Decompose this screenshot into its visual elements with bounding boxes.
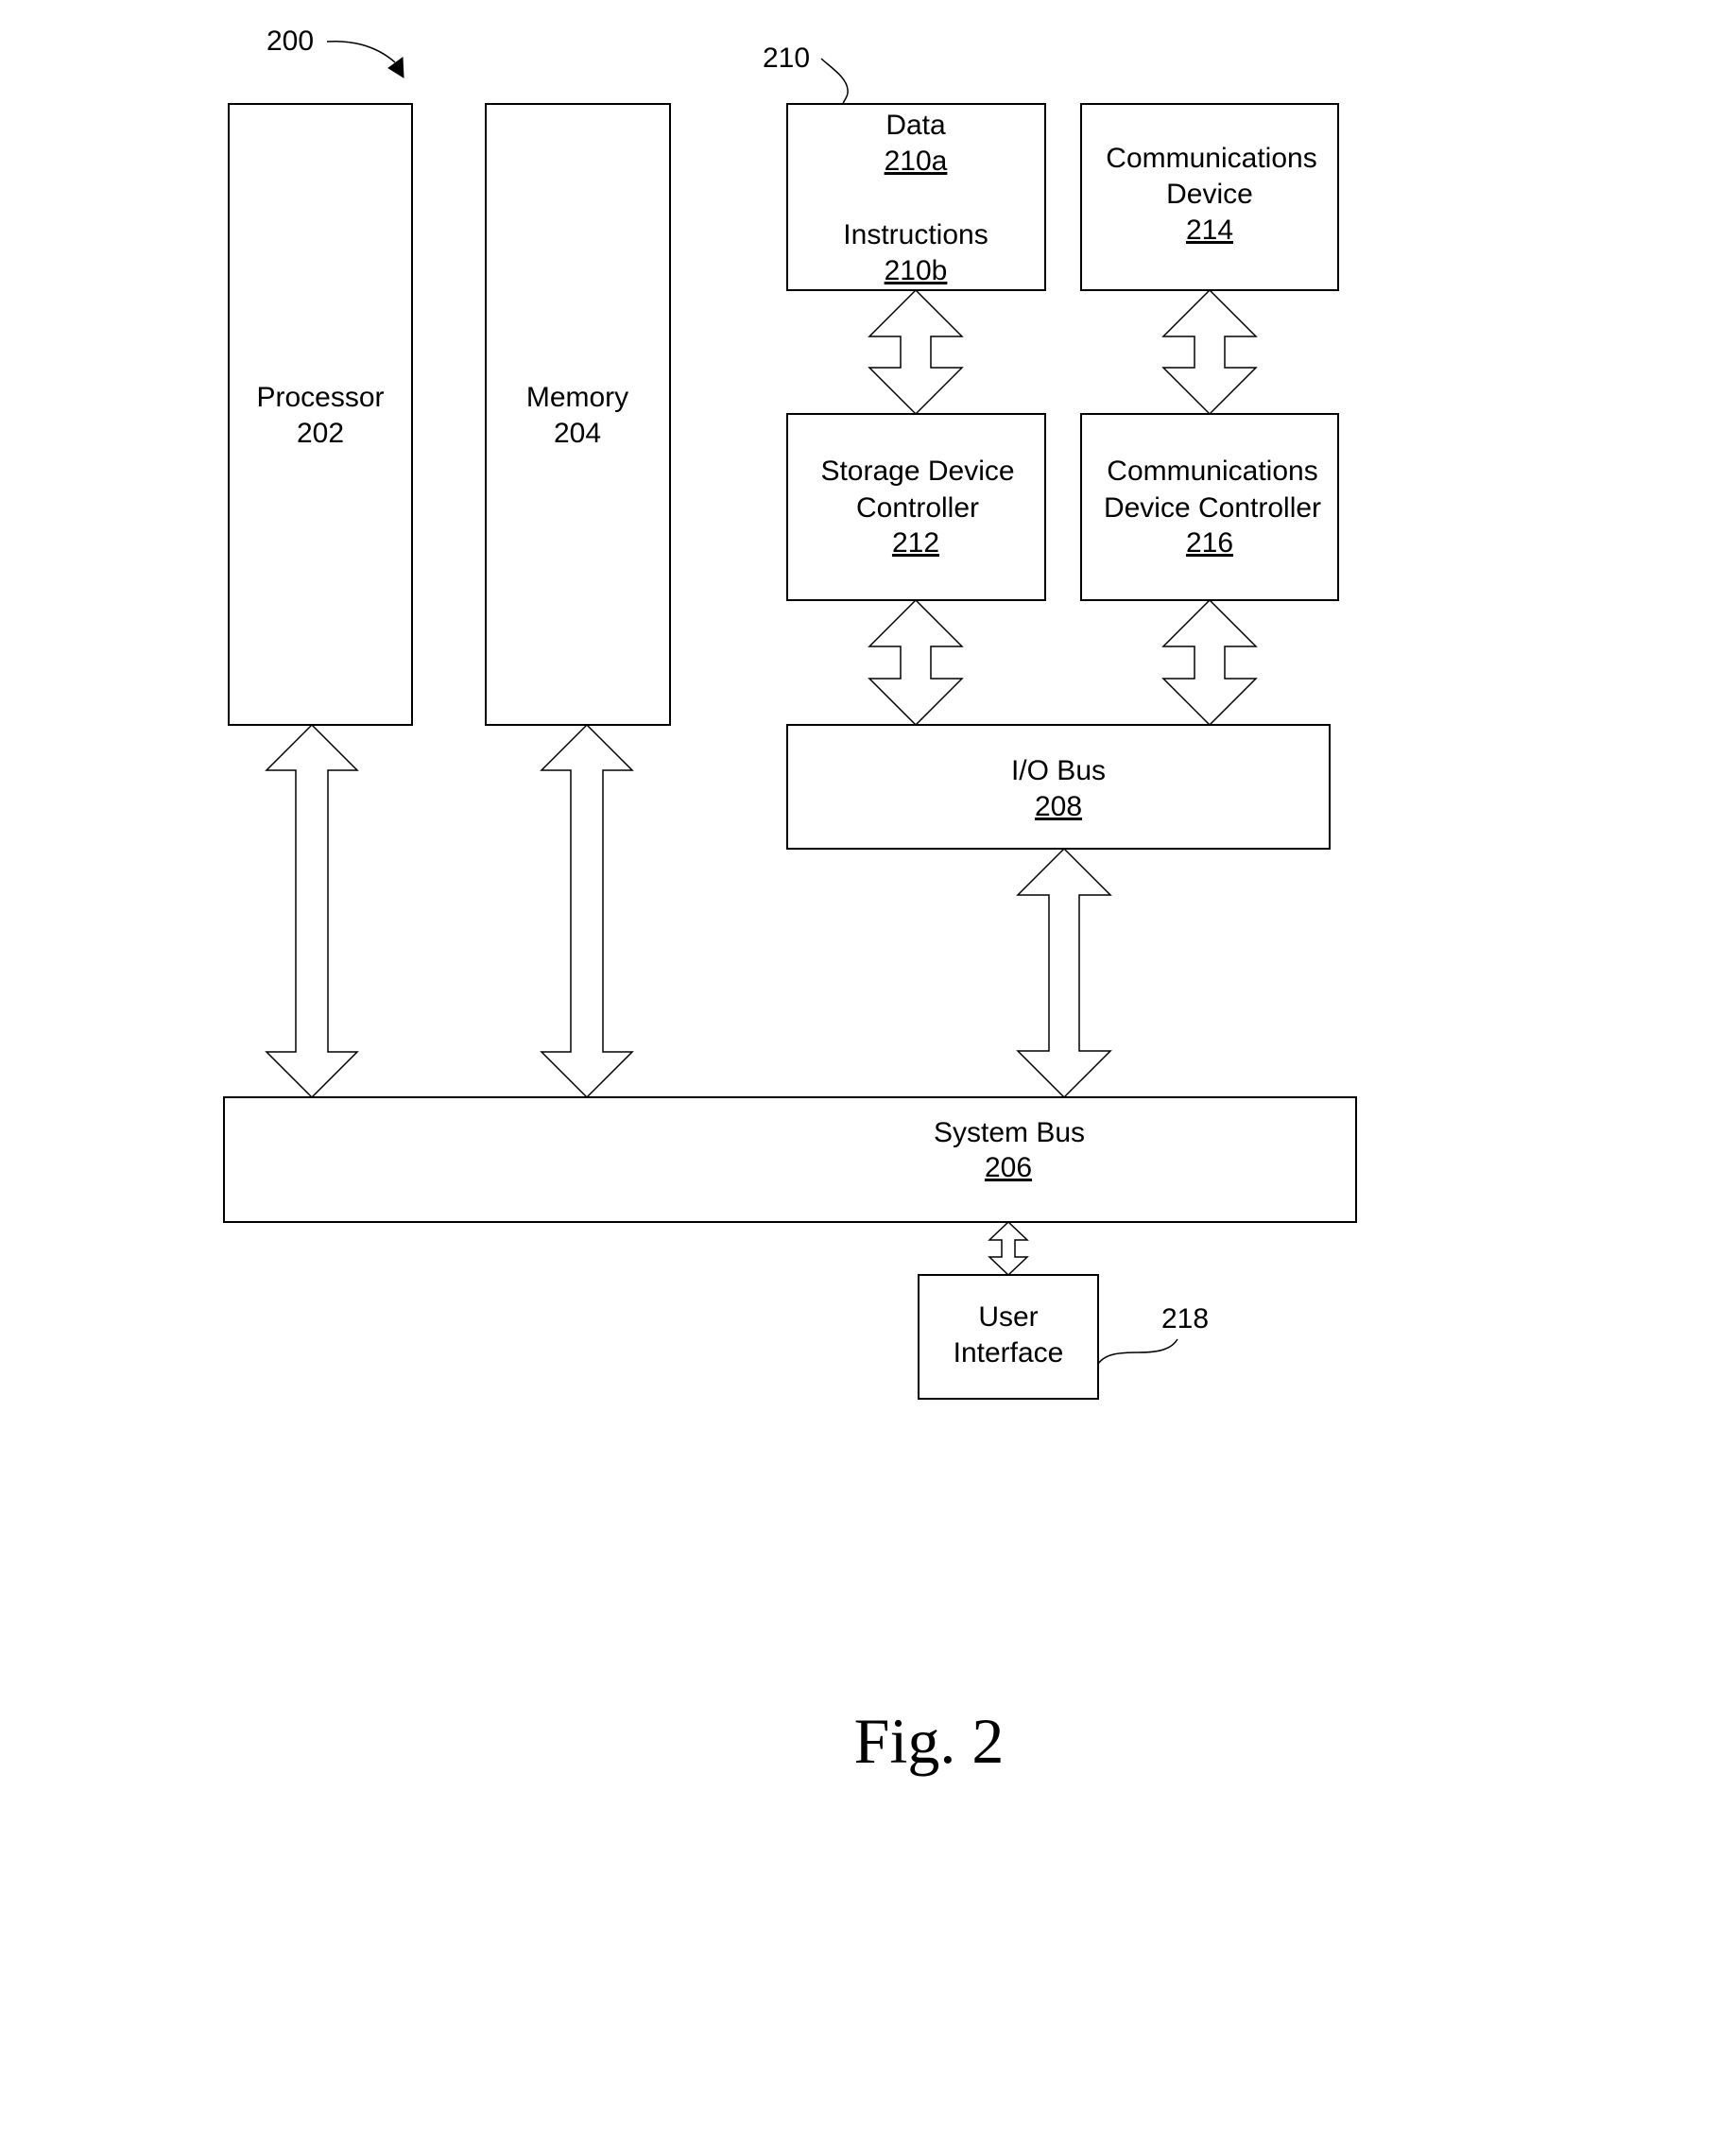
system-bus-block: System Bus 206: [223, 1096, 1357, 1223]
figure-caption: Fig. 2: [854, 1705, 1005, 1777]
bidirectional-arrow-icon: [540, 723, 634, 1099]
bidirectional-arrow-icon: [1016, 847, 1112, 1099]
user-interface-block: User Interface: [918, 1274, 1099, 1400]
storage-group-callout-leader: [820, 58, 849, 105]
data-label: Data: [885, 110, 946, 141]
system-bus-label: System Bus: [934, 1117, 1085, 1148]
communications-device-controller-line2: Device Controller: [1104, 492, 1321, 524]
storage-device-controller-line1: Storage Device: [820, 456, 1014, 487]
user-interface-callout-leader: [1097, 1338, 1178, 1365]
communications-device-line2: Device: [1166, 179, 1253, 210]
storage-group-callout-label: 210: [763, 43, 810, 74]
user-interface-line1: User: [978, 1301, 1038, 1333]
memory-box: [485, 103, 671, 726]
figure-reference-leader: [326, 40, 396, 63]
system-bus-ref: 206: [985, 1152, 1032, 1183]
io-bus-label: I/O Bus: [1011, 755, 1106, 786]
io-bus-ref: 208: [1035, 791, 1082, 822]
instructions-label: Instructions: [843, 219, 988, 250]
io-bus-block: I/O Bus 208: [786, 724, 1331, 850]
communications-device-controller-line1: Communications: [1107, 456, 1317, 487]
storage-block: Data 210a Instructions 210b: [786, 103, 1046, 291]
storage-device-controller-block: Storage Device Controller 212: [786, 413, 1046, 601]
system-bus-box: [223, 1096, 1357, 1223]
communications-device-controller-ref: 216: [1186, 527, 1233, 559]
processor-ref: 202: [297, 418, 344, 449]
processor-label: Processor: [256, 382, 384, 413]
bidirectional-arrow-icon: [1161, 598, 1258, 727]
io-bus-box: [786, 724, 1331, 850]
user-interface-line2: Interface: [954, 1337, 1064, 1369]
storage-device-controller-line2: Controller: [856, 492, 979, 524]
communications-device-block: Communications Device 214: [1080, 103, 1339, 291]
data-ref: 210a: [885, 146, 948, 177]
user-interface-callout-label: 218: [1161, 1303, 1209, 1334]
communications-device-ref: 214: [1186, 215, 1233, 246]
memory-block: Memory 204: [485, 103, 671, 726]
memory-label: Memory: [526, 382, 628, 413]
bidirectional-arrow-icon: [265, 723, 359, 1099]
instructions-ref: 210b: [885, 255, 948, 286]
processor-box: [228, 103, 413, 726]
processor-block: Processor 202: [228, 103, 413, 726]
figure-reference-label: 200: [266, 26, 314, 57]
communications-device-controller-block: Communications Device Controller 216: [1080, 413, 1339, 601]
bidirectional-arrow-icon: [1161, 288, 1258, 416]
memory-ref: 204: [554, 418, 601, 449]
bidirectional-arrow-icon: [868, 598, 964, 727]
storage-device-controller-ref: 212: [892, 527, 939, 559]
bidirectional-arrow-icon: [868, 288, 964, 416]
figure-reference-arrowhead-icon: [387, 57, 404, 78]
bidirectional-arrow-icon: [988, 1220, 1029, 1277]
block-diagram: 200 210 Processor 202 Memory 204 Data 21…: [223, 26, 1357, 1777]
communications-device-line1: Communications: [1106, 143, 1316, 174]
